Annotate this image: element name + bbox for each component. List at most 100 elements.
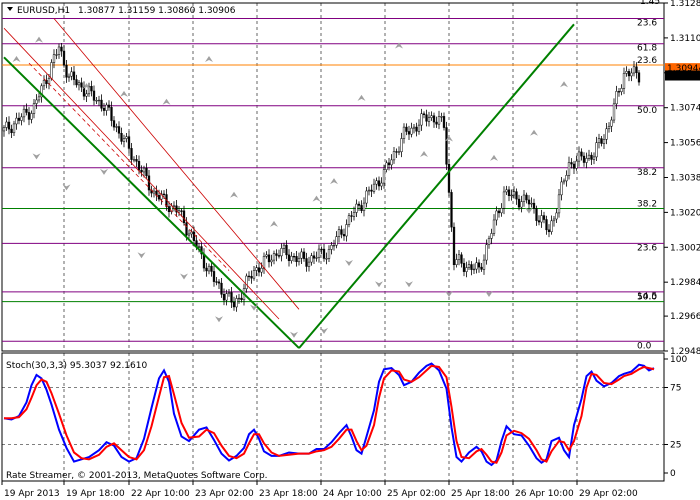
candle-body	[620, 88, 623, 92]
candle-body	[627, 71, 631, 77]
candle-body	[540, 215, 543, 223]
candle-body	[512, 191, 516, 196]
candle-body	[232, 301, 236, 308]
candle-body	[297, 257, 301, 263]
candle-body	[22, 108, 26, 118]
candle-body	[572, 163, 576, 169]
candle-body	[15, 117, 18, 125]
candle-body	[475, 262, 478, 270]
candle-body	[612, 103, 616, 121]
candle-body	[637, 72, 641, 83]
candle-body	[320, 248, 323, 251]
candle-body	[70, 71, 73, 77]
candle-body	[77, 82, 81, 86]
candle-body	[367, 189, 371, 192]
candle-body	[600, 138, 603, 144]
candle-body	[215, 281, 218, 283]
time-label: 29 Apr 02:00	[579, 489, 638, 499]
time-label: 24 Apr 10:00	[323, 489, 382, 499]
stochastic-panel[interactable]	[1, 352, 665, 482]
candle-body	[100, 99, 103, 109]
candle-body	[222, 294, 226, 301]
candle-body	[562, 180, 566, 183]
candle-body	[117, 126, 121, 134]
candle-body	[312, 255, 316, 259]
candle-body	[180, 210, 183, 212]
candle-body	[20, 116, 23, 121]
chart-canvas[interactable]: 23.661.850.038.223.614.50.023.638.250.01…	[0, 0, 700, 500]
price-tick-label: 1.29665	[670, 312, 700, 322]
candle-body	[240, 297, 243, 300]
candle-body	[157, 195, 161, 200]
candle-body	[85, 93, 88, 97]
candle-body	[405, 126, 408, 132]
candle-body	[427, 117, 431, 122]
candle-body	[310, 255, 313, 263]
candle-body	[610, 119, 613, 127]
candle-body	[560, 181, 563, 196]
candle-body	[345, 224, 348, 237]
candle-body	[535, 208, 538, 221]
candle-body	[90, 86, 93, 92]
candle-body	[480, 266, 483, 270]
candle-body	[615, 91, 618, 105]
candle-body	[255, 267, 258, 271]
candle-body	[235, 298, 238, 308]
candle-body	[550, 220, 553, 233]
candle-body	[340, 229, 343, 235]
candle-body	[362, 202, 366, 211]
fib-level-label: 0.0	[637, 341, 652, 351]
candle-body	[107, 104, 111, 108]
price-panel[interactable]	[1, 2, 665, 352]
candle-body	[592, 156, 596, 160]
candle-body	[357, 203, 361, 206]
candle-body	[470, 264, 473, 270]
candle-body	[27, 112, 31, 120]
candle-body	[110, 107, 113, 121]
candle-body	[465, 267, 468, 272]
candle-body	[55, 54, 58, 56]
candle-body	[607, 125, 611, 130]
candle-body	[197, 246, 201, 248]
candle-body	[490, 233, 493, 239]
candle-body	[120, 133, 123, 142]
candle-body	[330, 245, 333, 250]
candle-body	[517, 198, 521, 208]
candle-body	[177, 210, 181, 213]
candle-body	[317, 248, 321, 258]
candle-body	[207, 265, 211, 272]
candle-body	[412, 126, 416, 129]
candle-body	[62, 50, 66, 66]
candle-body	[407, 131, 411, 135]
candle-body	[397, 151, 401, 153]
candle-body	[245, 275, 248, 290]
candle-body	[510, 194, 513, 197]
candle-body	[302, 251, 306, 259]
candle-body	[590, 154, 593, 160]
fib-level-label: 38.2	[637, 168, 657, 178]
candle-body	[632, 66, 636, 74]
candle-body	[30, 113, 33, 120]
candle-body	[547, 229, 551, 233]
candle-body	[452, 226, 456, 266]
chart-window[interactable]: 23.6 61.8 50.0 38.2 23.6 14.5 0.0 23.6 38.2 50.0 1…	[0, 0, 700, 500]
candle-body	[35, 99, 38, 104]
candle-body	[555, 212, 558, 220]
candle-body	[382, 169, 386, 184]
candle-body	[37, 96, 41, 101]
candle-body	[270, 259, 273, 263]
candle-body	[5, 121, 8, 128]
candle-body	[520, 201, 523, 208]
candle-body	[192, 231, 196, 241]
candle-body	[12, 123, 16, 134]
candle-body	[392, 151, 396, 161]
candle-body	[622, 73, 626, 89]
candle-body	[65, 64, 68, 78]
candle-body	[390, 159, 393, 166]
candle-body	[102, 107, 106, 111]
candle-body	[557, 194, 561, 214]
candle-body	[7, 121, 11, 130]
candle-body	[260, 267, 263, 273]
price-tick-label: 1.30020	[670, 243, 700, 253]
price-tick-label: 1.30740	[670, 104, 700, 114]
